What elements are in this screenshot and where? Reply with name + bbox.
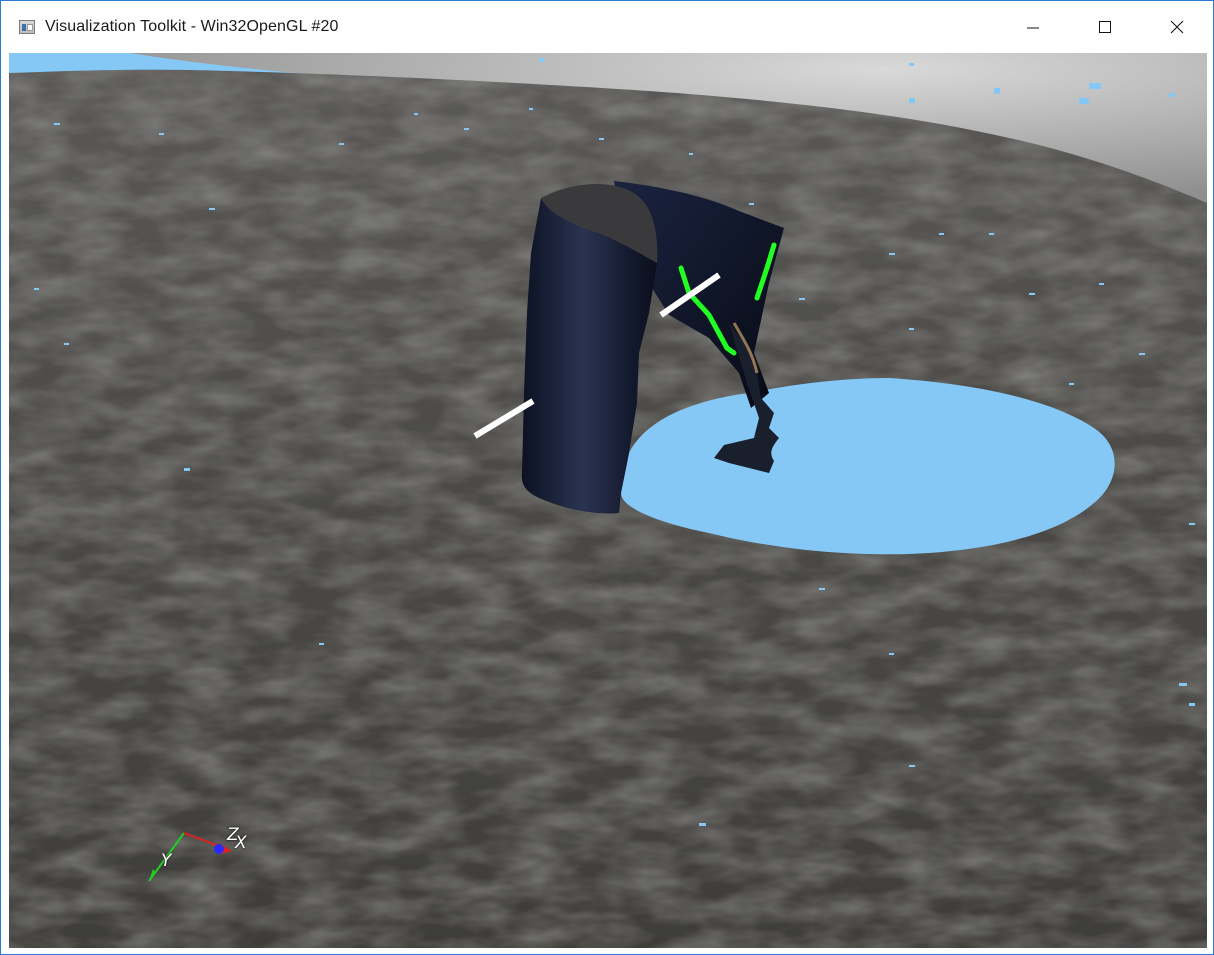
minimize-button[interactable] bbox=[997, 1, 1069, 53]
axes-glyph bbox=[148, 832, 232, 882]
window-controls bbox=[997, 1, 1213, 53]
maximize-button[interactable] bbox=[1069, 1, 1141, 53]
vtk-window-icon[interactable] bbox=[19, 20, 35, 34]
close-icon bbox=[1170, 20, 1184, 34]
render-viewport[interactable]: Z X Y bbox=[9, 53, 1207, 948]
close-button[interactable] bbox=[1141, 1, 1213, 53]
orientation-axes-widget: Z X Y bbox=[129, 813, 269, 933]
minimize-icon bbox=[1027, 27, 1039, 29]
axis-y-label: Y bbox=[161, 851, 172, 871]
title-bar[interactable]: Visualization Toolkit - Win32OpenGL #20 bbox=[1, 1, 1213, 53]
maximize-icon bbox=[1099, 21, 1111, 33]
window-title: Visualization Toolkit - Win32OpenGL #20 bbox=[45, 18, 339, 35]
axis-x-label: X bbox=[235, 833, 247, 853]
vtk-window: Visualization Toolkit - Win32OpenGL #20 bbox=[0, 0, 1214, 955]
